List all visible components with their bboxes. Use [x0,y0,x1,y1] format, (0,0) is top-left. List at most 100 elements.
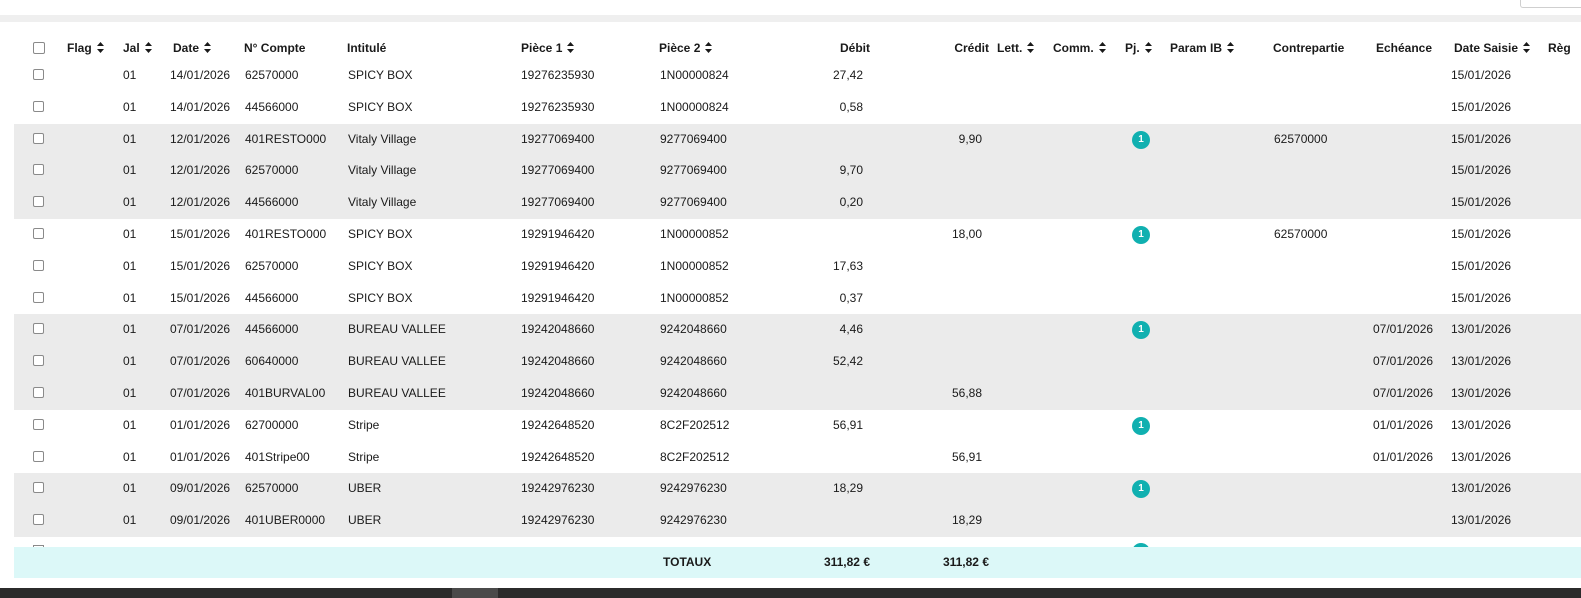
cell-compte: 62570000 [245,258,299,273]
cell-contrepartie: 62570000 [1274,131,1328,146]
row-checkbox[interactable] [33,450,44,462]
header-lett[interactable]: Lett. [997,33,1035,63]
row-checkbox[interactable] [33,355,44,367]
row-checkbox[interactable] [33,100,44,112]
header-contrepartie[interactable]: Contrepartie [1273,33,1344,63]
cell-debit: 17,63 [832,258,863,273]
table-row[interactable]: 01 15/01/2026 401RESTO000 SPICY BOX 19291946… [14,219,1581,251]
totals-row: TOTAUX 311,82 € 311,82 € [14,547,1581,578]
table-row[interactable]: 01 01/01/2026 62700000 Stripe 19242648520 8C2… [14,410,1581,442]
cell-echeance: 07/01/2026 [1373,354,1434,369]
header-flag[interactable]: Flag [67,33,104,63]
sort-arrows-icon[interactable] [1227,42,1235,53]
cell-piece1: 19276235930 [521,68,595,82]
cell-contrepartie: 62570000 [1274,227,1328,241]
sort-arrows-icon[interactable] [204,42,212,53]
row-checkbox[interactable] [33,196,44,208]
table-row[interactable]: 01 09/01/2026 62570000 UBER 19242976230 92429… [14,473,1581,506]
cell-intitule: SPICY BOX [348,227,413,241]
table-row[interactable]: 01 14/01/2026 62570000 SPICY BOX 19276235930… [14,60,1581,92]
table-row[interactable]: 01 07/01/2026 60640000 BUREAU VALLEE 1924204… [14,346,1581,378]
table-row[interactable]: 01 12/01/2026 401RESTO000 Vitaly Village 192… [14,123,1581,156]
row-checkbox[interactable] [33,387,44,398]
sort-arrows-icon[interactable] [1523,42,1531,53]
table-row[interactable]: 01 01/01/2026 401Stripe00 Stripe 19242648520… [14,442,1581,474]
attachment-count-badge[interactable]: 1 [1132,226,1150,244]
cell-piece1: 19291946420 [521,227,595,241]
table-row[interactable]: 01 12/01/2026 62570000 Vitaly Village 192770… [14,155,1581,188]
cell-debit: 0,20 [839,195,863,210]
sort-arrows-icon[interactable] [1144,42,1152,53]
cell-compte: 62570000 [245,481,299,496]
cell-compte: 60640000 [245,354,299,369]
cell-date: 12/01/2026 [170,163,231,178]
table-row[interactable]: 01 07/01/2026 44566000 BUREAU VALLEE 1924204… [14,314,1581,347]
sort-arrows-icon[interactable] [144,42,152,53]
table-row[interactable]: 01 14/01/2026 44566000 SPICY BOX 19276235930… [14,92,1581,124]
cell-jal: 01 [123,258,137,273]
row-checkbox[interactable] [33,228,44,239]
header-piece1[interactable]: Pièce 1 [521,33,575,63]
cell-debit: 0,37 [839,290,863,305]
header-debit[interactable]: Débit [784,33,870,63]
row-checkbox[interactable] [33,323,44,335]
row-checkbox[interactable] [33,482,44,494]
cell-date: 14/01/2026 [170,68,231,82]
attachment-count-badge[interactable]: 1 [1132,480,1150,499]
cell-date: 07/01/2026 [170,386,231,400]
header-comm[interactable]: Comm. [1053,33,1106,63]
cell-piece1: 19242648520 [521,449,595,464]
row-checkbox[interactable] [33,291,44,303]
cell-jal: 01 [123,227,137,241]
row-checkbox[interactable] [33,69,44,80]
row-checkbox[interactable] [33,259,44,271]
header-pj[interactable]: Pj. [1125,33,1152,63]
header-piece2[interactable]: Pièce 2 [659,33,713,63]
sort-arrows-icon[interactable] [1027,42,1035,53]
attachment-count-badge[interactable]: 1 [1132,321,1150,340]
row-checkbox[interactable] [33,514,44,526]
header-paramib[interactable]: Param IB [1170,33,1235,63]
cell-piece1: 19277069400 [521,163,595,178]
table-row[interactable]: 01 09/01/2026 401UBER0000 UBER 19242976230 92… [14,505,1581,537]
header-compte[interactable]: N° Compte [244,33,305,63]
select-all-checkbox[interactable] [33,42,45,54]
header-datesaisie[interactable]: Date Saisie [1454,33,1531,63]
sort-arrows-icon[interactable] [705,42,713,53]
cell-intitule: BUREAU VALLEE [348,322,446,337]
cell-echeance: 01/01/2026 [1373,417,1434,432]
cell-intitule: Vitaly Village [348,195,417,210]
cell-compte: 401BURVAL00 [245,386,326,400]
cell-intitule: SPICY BOX [348,258,413,273]
cell-piece1: 19291946420 [521,290,595,305]
attachment-count-badge[interactable]: 1 [1132,416,1150,435]
table-row[interactable]: 01 15/01/2026 44566000 SPICY BOX 19291946420… [14,283,1581,315]
cell-compte: 401Stripe00 [245,449,310,464]
header-reg[interactable]: Règ [1548,33,1571,63]
header-echeance[interactable]: Echéance [1376,33,1432,63]
header-jal[interactable]: Jal [123,33,152,63]
sort-arrows-icon[interactable] [567,42,575,53]
row-checkbox[interactable] [33,418,44,430]
header-intitule[interactable]: Intitulé [347,33,386,63]
table-row[interactable]: 01 07/01/2026 401BURVAL00 BUREAU VALLEE 1924… [14,378,1581,410]
sort-arrows-icon[interactable] [96,42,104,53]
totals-debit: 311,82 € [823,555,870,569]
cell-jal: 01 [123,290,137,305]
attachment-count-badge[interactable]: 1 [1132,130,1150,149]
table-row[interactable]: 01 12/01/2026 44566000 Vitaly Village 192770… [14,187,1581,219]
table-row[interactable]: 01 15/01/2026 62570000 SPICY BOX 19291946420… [14,251,1581,283]
top-search-input[interactable] [1520,0,1581,8]
cell-compte: 401RESTO000 [245,227,327,241]
header-credit[interactable]: Crédit [904,33,989,63]
header-date[interactable]: Date [173,33,212,63]
cell-echeance: 07/01/2026 [1373,386,1434,400]
cell-datesaisie: 13/01/2026 [1451,513,1512,528]
horizontal-scrollbar[interactable] [0,588,1581,598]
scrollbar-thumb[interactable] [452,588,498,598]
row-checkbox[interactable] [33,164,44,176]
cell-piece2: 9242048660 [660,354,727,369]
sort-arrows-icon[interactable] [1098,42,1106,53]
cell-datesaisie: 15/01/2026 [1451,227,1512,241]
row-checkbox[interactable] [33,132,44,144]
